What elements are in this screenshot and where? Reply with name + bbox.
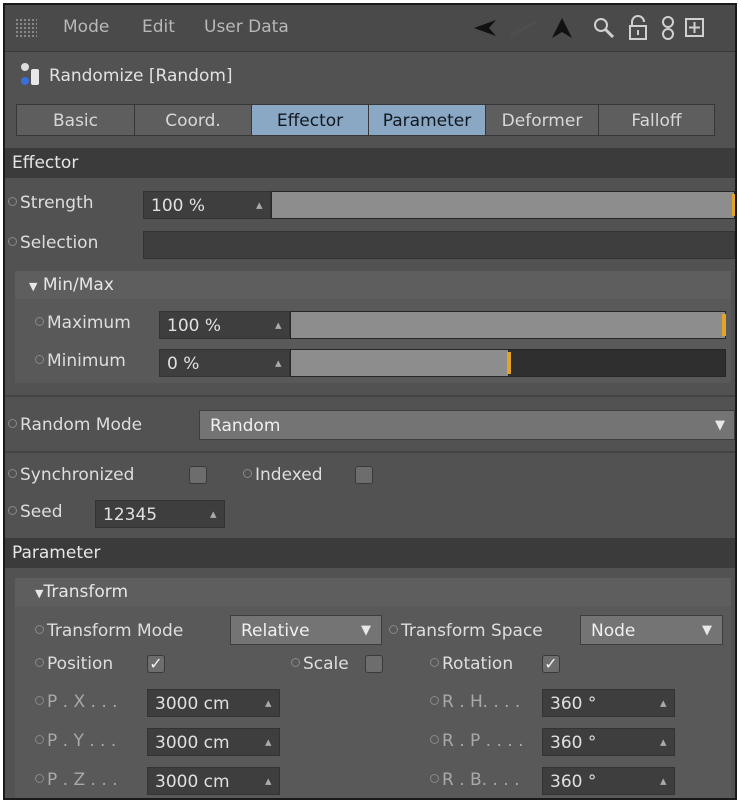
tab-bar: Basic Coord. Effector Parameter Deformer… (16, 104, 715, 138)
px-label: P . X . . . (35, 692, 118, 712)
animate-dot-icon[interactable] (389, 624, 398, 634)
parameter-section-header[interactable]: Parameter (5, 538, 735, 568)
random-effector-icon (19, 61, 41, 89)
animate-dot-icon[interactable] (430, 734, 439, 744)
tab-falloff[interactable]: Falloff (598, 104, 715, 136)
indexed-checkbox[interactable] (355, 466, 373, 484)
chevron-down-icon: ▼ (715, 418, 725, 433)
seed-label: Seed (8, 502, 63, 522)
back-arrow-icon[interactable] (471, 13, 499, 43)
menubar: Mode Edit User Data (5, 5, 735, 52)
object-title: Randomize [Random] (49, 66, 233, 86)
strength-label: Strength (8, 193, 94, 213)
tab-coord[interactable]: Coord. (134, 104, 252, 136)
py-label: P . Y . . . (35, 731, 116, 751)
maximum-slider[interactable] (290, 311, 726, 339)
maximum-field[interactable]: 100 % ▴ (159, 311, 290, 339)
px-field[interactable]: 3000 cm ▴ (147, 689, 280, 717)
divider (5, 451, 735, 453)
position-checkbox[interactable]: ✓ (147, 655, 165, 673)
animate-dot-icon[interactable] (8, 505, 17, 515)
tab-effector[interactable]: Effector (251, 104, 369, 136)
rb-label: R . B. . . . (430, 770, 520, 790)
animate-dot-icon[interactable] (8, 196, 17, 206)
effector-section-header[interactable]: Effector (5, 148, 735, 178)
animate-dot-icon[interactable] (430, 695, 439, 705)
pz-field[interactable]: 3000 cm ▴ (147, 767, 280, 795)
animate-dot-icon[interactable] (35, 695, 44, 705)
animate-dot-icon[interactable] (35, 657, 44, 667)
rh-field[interactable]: 360 ° ▴ (542, 689, 675, 717)
transform-space-label: Transform Space (389, 621, 543, 641)
link-icon[interactable] (654, 13, 682, 43)
transform-space-dropdown[interactable]: Node ▼ (580, 615, 723, 645)
strength-field[interactable]: 100 % ▴ (143, 191, 271, 219)
indexed-label: Indexed (243, 465, 323, 485)
drag-grip-icon[interactable] (15, 18, 37, 38)
animate-dot-icon[interactable] (35, 354, 44, 364)
transform-mode-dropdown[interactable]: Relative ▼ (230, 615, 382, 645)
attribute-manager-panel: Mode Edit User Data Randomize [Random] B… (3, 3, 737, 800)
scale-checkbox[interactable] (365, 655, 383, 673)
animate-dot-icon[interactable] (243, 468, 252, 478)
selection-field[interactable] (143, 231, 735, 259)
new-panel-icon[interactable] (681, 13, 709, 43)
transform-mode-label: Transform Mode (35, 621, 183, 641)
rb-field[interactable]: 360 ° ▴ (542, 767, 675, 795)
animate-dot-icon[interactable] (291, 657, 300, 667)
random-mode-dropdown[interactable]: Random ▼ (199, 410, 735, 440)
minimum-slider[interactable] (290, 349, 726, 377)
maximum-slider-fill (291, 312, 725, 338)
minmax-group-header[interactable]: ▼ Min/Max (15, 271, 731, 299)
animate-dot-icon[interactable] (8, 468, 17, 478)
minimum-slider-fill (291, 350, 508, 376)
scale-label: Scale (291, 654, 349, 674)
menu-edit[interactable]: Edit (142, 17, 175, 37)
minimum-slider-handle[interactable] (507, 352, 511, 374)
rotation-checkbox[interactable]: ✓ (542, 655, 560, 673)
rp-label: R . P . . . . (430, 731, 524, 751)
maximum-slider-handle[interactable] (722, 314, 726, 336)
maximum-label: Maximum (35, 313, 131, 333)
animate-dot-icon[interactable] (430, 773, 439, 783)
animate-dot-icon[interactable] (430, 657, 439, 667)
py-field[interactable]: 3000 cm ▴ (147, 728, 280, 756)
animate-dot-icon[interactable] (8, 418, 17, 428)
strength-slider-fill (272, 192, 734, 218)
collapse-triangle-icon: ▼ (29, 280, 38, 293)
synchronized-checkbox[interactable] (189, 466, 207, 484)
random-mode-label: Random Mode (8, 415, 142, 435)
chevron-down-icon: ▼ (702, 623, 712, 638)
animate-dot-icon[interactable] (8, 236, 17, 246)
animate-dot-icon[interactable] (35, 316, 44, 326)
menu-user-data[interactable]: User Data (204, 17, 289, 37)
tab-deformer[interactable]: Deformer (485, 104, 599, 136)
seed-field[interactable]: 12345 ▴ (95, 500, 225, 528)
lock-icon[interactable] (624, 13, 652, 43)
strength-slider[interactable] (271, 191, 735, 219)
animate-dot-icon[interactable] (35, 734, 44, 744)
chevron-down-icon: ▼ (361, 623, 371, 638)
forward-arrow-icon (508, 13, 536, 43)
animate-dot-icon[interactable] (35, 773, 44, 783)
position-label: Position (35, 654, 113, 674)
minimum-field[interactable]: 0 % ▴ (159, 349, 290, 377)
pz-label: P . Z . . . (35, 770, 118, 790)
strength-slider-handle[interactable] (732, 194, 735, 216)
up-arrow-icon[interactable] (548, 13, 576, 43)
search-icon[interactable] (590, 13, 618, 43)
rotation-label: Rotation (430, 654, 513, 674)
tab-parameter[interactable]: Parameter (368, 104, 486, 136)
rh-label: R . H. . . . (430, 692, 520, 712)
rp-field[interactable]: 360 ° ▴ (542, 728, 675, 756)
divider (5, 395, 735, 397)
animate-dot-icon[interactable] (35, 624, 44, 634)
synchronized-label: Synchronized (8, 465, 134, 485)
menu-mode[interactable]: Mode (63, 17, 109, 37)
selection-label: Selection (8, 233, 98, 253)
transform-group-header[interactable]: ▼Transform (15, 578, 731, 606)
minimum-label: Minimum (35, 351, 126, 371)
tab-basic[interactable]: Basic (16, 104, 135, 136)
